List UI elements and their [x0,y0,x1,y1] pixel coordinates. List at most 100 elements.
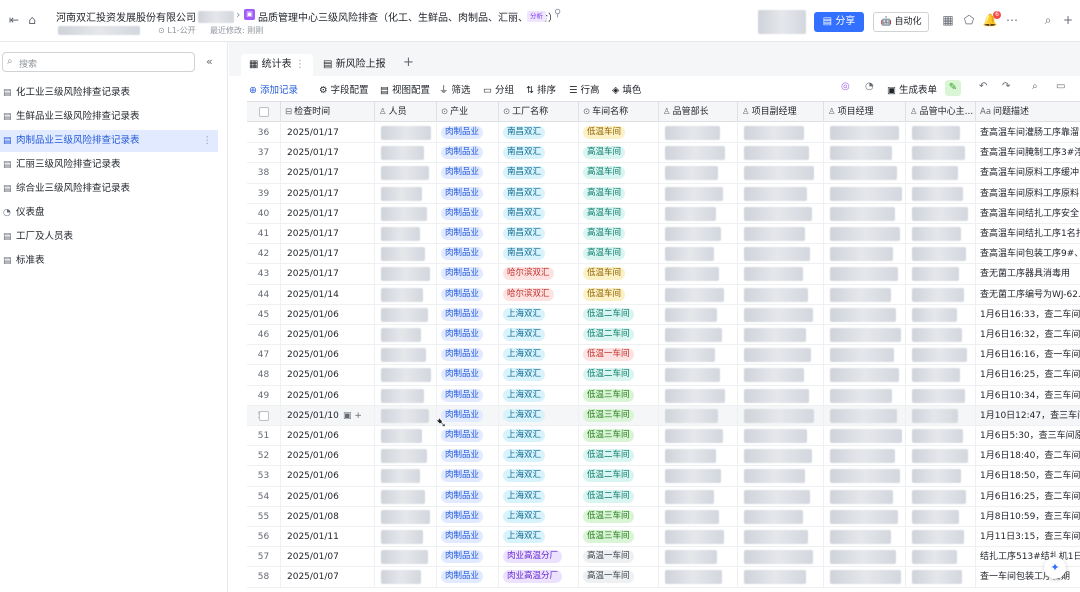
check-time-cell[interactable]: 2025/01/17 [281,203,375,224]
search-icon[interactable]: ⌕ [1040,12,1056,28]
factory-cell[interactable]: 哈尔滨双汇 [499,264,579,285]
filter-button[interactable]: ⏚ 筛选 [439,82,471,96]
workshop-cell[interactable]: 低温三车间 [579,506,659,527]
industry-cell[interactable]: 肉制品业 [437,264,499,285]
industry-cell[interactable]: 肉制品业 [437,183,499,204]
table-row[interactable]: 45 2025/01/06 肉制品业 上海双汇 低温二车间 1月6日16:33，查二车间泡 [247,304,1080,325]
col-workshop[interactable]: ⊙ 车间名称 [579,102,659,122]
factory-cell[interactable]: 南昌双汇 [499,163,579,184]
factory-cell[interactable]: 南昌双汇 [499,224,579,244]
industry-cell[interactable]: 肉制品业 [437,284,499,305]
issue-description-cell[interactable]: 查无菌工序器具消毒用 [976,264,1080,284]
workshop-cell[interactable]: 高温车间 [579,163,659,184]
tab-new-risk[interactable]: ▤ 新风险上报 [323,54,386,76]
table-row[interactable]: 38 2025/01/17 肉制品业 南昌双汇 高温车间 查高温车间原料工序缓冲 [247,163,1080,184]
table-row[interactable]: 37 2025/01/17 肉制品业 南昌双汇 高温车间 查高温车间腌制工序3#浮 [247,143,1080,164]
row-checkbox[interactable] [259,410,269,421]
issue-description-cell[interactable]: 查无菌工序编号为WJ-62. [976,285,1080,305]
issue-description-cell[interactable]: 1月6日16:25，查二车间人 [976,487,1080,507]
table-row[interactable]: 56 2025/01/11 肉制品业 上海双汇 低温三车间 1月11日3:15，查三车间蒸 [247,527,1080,548]
factory-cell[interactable]: 上海双汇 [499,325,579,345]
sidebar-item-6[interactable]: ▤ 工厂及人员表 [0,226,218,248]
check-time-cell[interactable]: 2025/01/06 [281,486,375,507]
check-time-cell[interactable]: 2025/01/08 [281,506,375,527]
table-row[interactable]: 41 2025/01/17 肉制品业 南昌双汇 高温车间 查高温车间结扎工序1名扎 [247,224,1080,245]
table-row[interactable]: 42 2025/01/17 肉制品业 南昌双汇 高温车间 查高温车间包装工序9#、 [247,244,1080,265]
check-time-cell[interactable]: 2025/01/17 [281,163,375,184]
workshop-cell[interactable]: 低温车间 [579,284,659,305]
issue-description-cell[interactable]: 1月6日16:32，查二车间顶 [976,325,1080,345]
table-row[interactable]: 49 2025/01/06 肉制品业 上海双汇 低温三车间 1月6日10:34，查三车间注 [247,385,1080,406]
undo-icon[interactable]: ↶ [979,81,987,92]
table-row[interactable]: 43 2025/01/17 肉制品业 哈尔滨双汇 低温车间 查无菌工序器具消毒用 [247,264,1080,285]
table-row[interactable]: 44 2025/01/14 肉制品业 哈尔滨双汇 低温车间 查无菌工序编号为WJ-62. [247,284,1080,305]
doc-icon[interactable]: ▦ [940,12,956,28]
workshop-cell[interactable]: 高温一车间 [579,547,659,568]
generate-form-button[interactable]: ▣ 生成表单 [887,82,937,96]
factory-cell[interactable]: 肉业高温分厂 [499,567,579,588]
workshop-cell[interactable]: 高温车间 [579,183,659,204]
table-row[interactable]: 55 2025/01/08 肉制品业 上海双汇 低温三车间 1月8日10:59，查三车间注 [247,506,1080,527]
issue-description-cell[interactable]: 查高温车间结扎工序安全 [976,204,1080,224]
industry-cell[interactable]: 肉制品业 [437,365,499,386]
check-time-cell[interactable]: 2025/01/06 [281,385,375,406]
sidebar-item-4[interactable]: ▤ 综合业三级风险排查记录表 [0,178,218,200]
issue-description-cell[interactable]: 1月6日18:40，查二车间结 [976,446,1080,466]
table-row[interactable]: 54 2025/01/06 肉制品业 上海双汇 低温二车间 1月6日16:25，查二车间人 [247,486,1080,507]
factory-cell[interactable]: 上海双汇 [499,405,579,426]
industry-cell[interactable]: 肉制品业 [437,506,499,527]
workshop-cell[interactable]: 低温三车间 [579,385,659,406]
check-time-cell[interactable]: 2025/01/07 [281,547,375,568]
check-time-cell[interactable]: 2025/01/17 [281,123,375,143]
issue-description-cell[interactable]: 1月6日10:34，查三车间注 [976,386,1080,406]
col-deputy-manager[interactable]: ♙ 项目副经理 [738,102,824,122]
doc-title[interactable]: 品质管理中心三级风险排查（化工、生鲜品、肉制品、汇丽、综合） [258,9,558,24]
redo-icon[interactable]: ↷ [1002,81,1010,92]
factory-cell[interactable]: 上海双汇 [499,506,579,527]
col-qc-head[interactable]: ♙ 品管部长 [659,102,738,122]
workshop-cell[interactable]: 低温一车间 [579,345,659,366]
col-project-manager[interactable]: ♙ 项目经理 [824,102,906,122]
add-record-button[interactable]: ⊕ 添加记录 [249,82,298,96]
ai-assistant-button[interactable]: ✦ [1044,557,1066,579]
table-row[interactable]: 52 2025/01/06 肉制品业 上海双汇 低温二车间 1月6日18:40，查二车间结 [247,446,1080,467]
check-time-cell[interactable]: 2025/01/06 [281,345,375,366]
home-icon[interactable]: ⌂ [24,12,40,28]
workshop-cell[interactable]: 低温二车间 [579,446,659,467]
table-row[interactable]: 53 2025/01/06 肉制品业 上海双汇 低温二车间 1月6日18:50，查二车间人 [247,466,1080,487]
sidebar-search[interactable]: ⌕ 搜索 [2,52,195,72]
factory-cell[interactable]: 上海双汇 [499,426,579,446]
factory-cell[interactable]: 南昌双汇 [499,123,579,143]
industry-cell[interactable]: 肉制品业 [437,527,499,547]
workshop-cell[interactable]: 低温二车间 [579,325,659,345]
check-time-cell[interactable]: 2025/01/06 [281,426,375,446]
sidebar-item-1[interactable]: ▤ 生鲜品业三级风险排查记录表 [0,106,218,128]
workshop-cell[interactable]: 低温二车间 [579,486,659,507]
check-time-cell[interactable]: 2025/01/06 [281,325,375,345]
workshop-cell[interactable]: 低温三车间 [579,527,659,547]
issue-description-cell[interactable]: 1月6日16:16，查一车间斩 [976,345,1080,365]
group-button[interactable]: ▭ 分组 [483,82,514,96]
factory-cell[interactable]: 上海双汇 [499,446,579,467]
pin-icon[interactable]: ⚲ [554,8,561,19]
row-height-button[interactable]: ☰ 行高 [569,82,600,96]
ai-icon[interactable]: ◎ [841,81,850,92]
issue-description-cell[interactable]: 查高温车间腌制工序3#浮 [976,143,1080,163]
check-time-cell[interactable]: 2025/01/11 [281,527,375,547]
factory-cell[interactable]: 南昌双汇 [499,143,579,164]
check-time-cell[interactable]: 2025/01/06 [281,466,375,487]
workshop-cell[interactable]: 低温二车间 [579,365,659,386]
search-input[interactable]: 搜索 [19,57,37,70]
industry-cell[interactable]: 肉制品业 [437,224,499,244]
check-time-cell[interactable]: 2025/01/17 [281,264,375,285]
factory-cell[interactable]: 南昌双汇 [499,203,579,224]
issue-description-cell[interactable]: 1月6日16:33，查二车间泡 [976,305,1080,325]
workshop-cell[interactable]: 高温车间 [579,203,659,224]
factory-cell[interactable]: 南昌双汇 [499,244,579,265]
industry-cell[interactable]: 肉制品业 [437,446,499,467]
issue-description-cell[interactable]: 1月8日10:59，查三车间注 [976,507,1080,527]
col-industry[interactable]: ⊙ 产业 [437,102,499,122]
col-check-time[interactable]: ⊟ 检查时间 [281,102,375,122]
workshop-cell[interactable]: 低温二车间 [579,304,659,325]
industry-cell[interactable]: 肉制品业 [437,325,499,345]
